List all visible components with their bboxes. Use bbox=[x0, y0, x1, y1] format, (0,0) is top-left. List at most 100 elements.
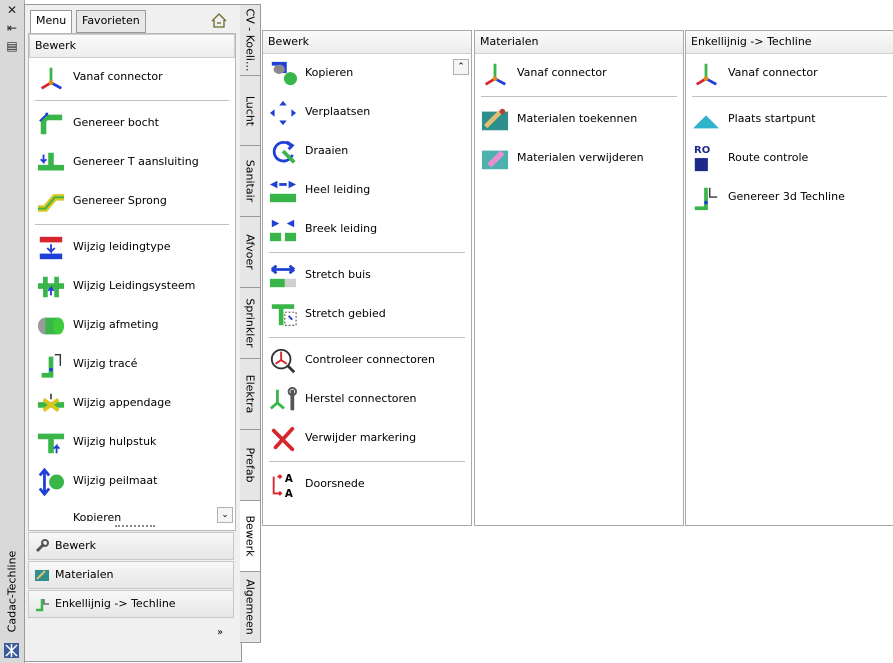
panel-header: Materialen bbox=[475, 31, 683, 54]
vertical-tab[interactable]: Algemeen bbox=[240, 571, 261, 643]
partial-list-item[interactable]: Kopieren bbox=[29, 501, 235, 521]
menu-item[interactable]: Wijzig Leidingsysteem bbox=[29, 267, 235, 306]
properties-menu-icon[interactable]: ▤ bbox=[5, 39, 19, 53]
menu-item[interactable]: Controleer connectoren bbox=[263, 341, 471, 380]
menu-item[interactable]: Stretch buis bbox=[263, 256, 471, 295]
svg-text:A: A bbox=[285, 488, 293, 499]
vertical-tab-label: Algemeen bbox=[243, 579, 257, 635]
menu-item[interactable]: Wijzig leidingtype bbox=[29, 228, 235, 267]
copy-icon bbox=[267, 60, 301, 88]
separator bbox=[35, 224, 229, 225]
auto-hide-icon[interactable]: ⇤ bbox=[5, 21, 19, 35]
menu-item-label: Genereer 3d Techline bbox=[728, 190, 845, 203]
flyout-panel: Materialen Vanaf connector Materialen toek… bbox=[474, 30, 684, 526]
vertical-tab-label: Sanitair bbox=[243, 159, 257, 203]
menu-item[interactable]: Materialen toekennen bbox=[475, 100, 683, 139]
menu-item[interactable]: Verplaatsen bbox=[263, 93, 471, 132]
menu-item[interactable]: A A Doorsnede bbox=[263, 465, 471, 504]
menu-item[interactable]: Genereer Sprong bbox=[29, 182, 235, 221]
separator bbox=[269, 337, 465, 338]
vertical-tab[interactable]: Lucht bbox=[240, 75, 261, 146]
vertical-tab[interactable]: CV - Koeli... bbox=[240, 4, 261, 76]
menu-item[interactable]: Vanaf connector bbox=[29, 58, 235, 97]
vertical-tab[interactable]: Sprinkler bbox=[240, 287, 261, 359]
menu-item[interactable]: Wijzig peilmaat bbox=[29, 462, 235, 501]
menu-item-label: Wijzig peilmaat bbox=[73, 474, 158, 487]
menu-item[interactable]: Vanaf connector bbox=[475, 54, 683, 93]
icon-text: RO bbox=[694, 145, 711, 156]
menu-item[interactable]: Genereer 3d Techline bbox=[686, 178, 893, 217]
assign-material-icon bbox=[479, 106, 513, 134]
menu-item-label: Wijzig afmeting bbox=[73, 318, 159, 331]
menu-item-label: Kopieren bbox=[305, 66, 354, 79]
menu-item[interactable]: Breek leiding bbox=[263, 210, 471, 249]
section-selector-label: Materialen bbox=[55, 568, 114, 581]
menu-item-label: Heel leiding bbox=[305, 183, 371, 196]
delete-marker-icon bbox=[267, 425, 301, 453]
menu-item[interactable]: Draaien bbox=[263, 132, 471, 171]
menu-item[interactable]: Plaats startpunt bbox=[686, 100, 893, 139]
scroll-down-button[interactable]: ⌄ bbox=[217, 507, 233, 523]
menu-item[interactable]: Stretch gebied bbox=[263, 295, 471, 334]
separator bbox=[269, 252, 465, 253]
flyout-panel: Enkellijnig -> Techline Vanaf connector Pl… bbox=[685, 30, 893, 526]
vertical-tab[interactable]: Afvoer bbox=[240, 216, 261, 288]
menu-item[interactable]: Verwijder markering bbox=[263, 419, 471, 458]
pipe-tee-icon bbox=[35, 149, 67, 177]
flyout-panel: Bewerk Kopieren Verplaatsen Draaien Heel lei… bbox=[262, 30, 472, 526]
menu-item-label: Route controle bbox=[728, 151, 809, 164]
menu-item[interactable]: Herstel connectoren bbox=[263, 380, 471, 419]
vertical-tab[interactable]: Elektra bbox=[240, 358, 261, 430]
house-icon[interactable] bbox=[210, 11, 228, 29]
more-chevron-icon[interactable]: » bbox=[217, 628, 223, 638]
wrench-icon bbox=[34, 538, 50, 554]
menu-item[interactable]: Genereer T aansluiting bbox=[29, 143, 235, 182]
menu-item-label: Genereer bocht bbox=[73, 116, 159, 129]
check-connector-icon bbox=[267, 347, 301, 375]
section-selector-bewerk[interactable]: Bewerk bbox=[28, 532, 234, 560]
stretch-pipe-icon bbox=[267, 262, 301, 290]
tab-favorieten[interactable]: Favorieten bbox=[76, 10, 146, 33]
tab-menu[interactable]: Menu bbox=[30, 10, 73, 33]
palette-title-strip: ✕ ⇤ ▤ Cadac-Techline bbox=[0, 0, 25, 663]
pipe-bend-icon bbox=[35, 110, 67, 138]
vertical-tab-label: Bewerk bbox=[243, 515, 257, 557]
menu-item-label: Plaats startpunt bbox=[728, 112, 816, 125]
menu-item[interactable]: Wijzig tracé bbox=[29, 345, 235, 384]
section-selector-label: Bewerk bbox=[55, 539, 96, 552]
pipe-type-icon bbox=[35, 234, 67, 262]
break-pipe-icon bbox=[267, 216, 301, 244]
menu-item-label: Stretch gebied bbox=[305, 307, 386, 320]
menu-item-label: Wijzig Leidingsysteem bbox=[73, 279, 196, 292]
menu-item[interactable]: Vanaf connector bbox=[686, 54, 893, 93]
pipe-size-icon bbox=[35, 312, 67, 340]
section-selector-enkellijnig-techline[interactable]: Enkellijnig -> Techline bbox=[28, 590, 234, 618]
close-icon[interactable]: ✕ bbox=[5, 3, 19, 17]
connector-axes-icon bbox=[690, 60, 724, 88]
materials-icon bbox=[34, 567, 50, 583]
menu-item[interactable]: Wijzig hulpstuk bbox=[29, 423, 235, 462]
menu-item[interactable]: Kopieren bbox=[263, 54, 471, 93]
menu-item[interactable]: Wijzig afmeting bbox=[29, 306, 235, 345]
menu-item-label: Wijzig tracé bbox=[73, 357, 138, 370]
vertical-tab[interactable]: Bewerk bbox=[240, 500, 261, 572]
section-selector-materialen[interactable]: Materialen bbox=[28, 561, 234, 589]
vertical-tab-label: Prefab bbox=[243, 447, 257, 483]
menu-item[interactable]: RO Route controle bbox=[686, 139, 893, 178]
menu-content: Bewerk Vanaf connector Genereer bocht Gene… bbox=[28, 33, 236, 531]
menu-item-label: Wijzig appendage bbox=[73, 396, 171, 409]
vertical-tab[interactable]: Sanitair bbox=[240, 145, 261, 217]
connector-axes-icon bbox=[479, 60, 513, 88]
pipe-route-icon bbox=[35, 351, 67, 379]
vertical-tab[interactable]: Prefab bbox=[240, 429, 261, 501]
menu-item-label: Materialen toekennen bbox=[517, 112, 638, 125]
vertical-tab-label: Lucht bbox=[243, 95, 257, 126]
splitter-grip[interactable] bbox=[115, 525, 155, 530]
menu-item[interactable]: Wijzig appendage bbox=[29, 384, 235, 423]
menu-item[interactable]: Genereer bocht bbox=[29, 104, 235, 143]
section-icon: AA bbox=[267, 471, 301, 500]
scroll-up-button[interactable]: ⌃ bbox=[453, 59, 469, 75]
menu-item[interactable]: Heel leiding bbox=[263, 171, 471, 210]
menu-item-label: Doorsnede bbox=[305, 477, 365, 490]
menu-item[interactable]: Materialen verwijderen bbox=[475, 139, 683, 178]
